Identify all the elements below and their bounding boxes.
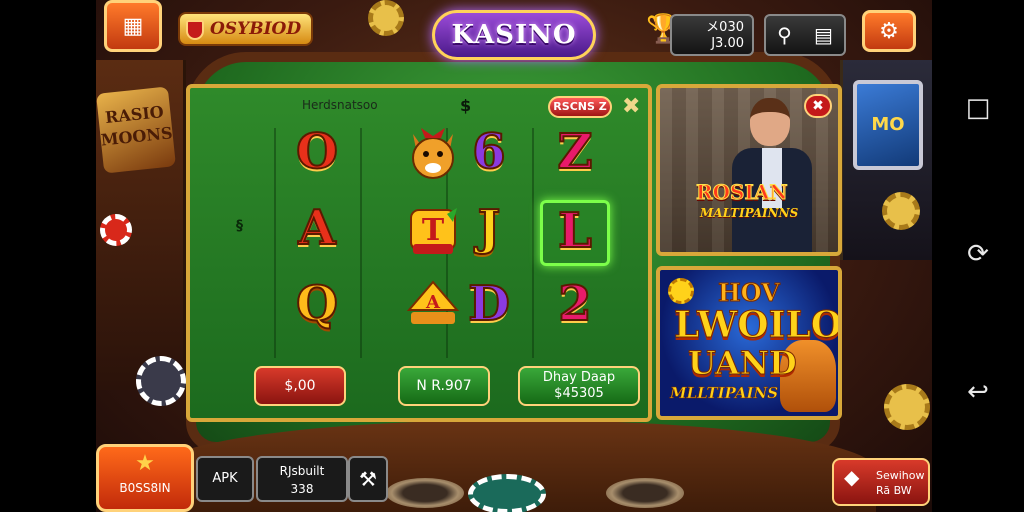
chip-cup	[386, 478, 464, 508]
promo-bottom-line2: LWOILO	[673, 304, 842, 347]
slot-title: Herdsnatsoo	[302, 98, 378, 112]
spin-button[interactable]: N R.907	[398, 366, 490, 406]
slot-badge-button[interactable]: RSCNS Z	[548, 96, 612, 118]
toolbar-group: ⚲ ▤	[764, 14, 846, 56]
reel-symbol: A	[297, 199, 336, 257]
daily-deal-button[interactable]: Dhay Daap $45305	[518, 366, 640, 406]
reel-divider	[532, 128, 534, 358]
promo-bottom-line1: HOV	[718, 278, 781, 308]
reel-symbol: Q	[295, 275, 339, 333]
poker-chip-icon	[136, 356, 186, 406]
promo-card-top[interactable]: ✖ ROSIAN MALTIPAINNS	[656, 84, 842, 256]
wrench-icon: ⚒	[359, 467, 377, 491]
settings-button[interactable]: ⚙	[862, 10, 916, 52]
slot-machine-panel: Herdsnatsoo $ RSCNS Z ✖ § O A Q T A 6 J …	[186, 84, 652, 422]
ticket-symbol-icon: T	[368, 200, 457, 266]
reel-symbol: J	[477, 199, 502, 257]
diamond-icon: ◆	[844, 465, 860, 489]
balance-line2: J3.00	[711, 36, 744, 51]
reel-symbol: 6	[471, 123, 506, 181]
result-panel[interactable]: RJsbuilt 338	[256, 456, 348, 502]
home-nav-icon[interactable]: ⟳	[962, 238, 994, 270]
background-right-machine: MO	[840, 60, 932, 260]
svg-text:T: T	[422, 213, 445, 248]
shield-icon	[186, 20, 204, 40]
daily-deal-line2: $45305	[554, 386, 604, 401]
gift-icon: ▦	[122, 13, 144, 39]
bonus-line2: Rã BW	[876, 484, 912, 497]
gear-icon: ⚙	[879, 18, 899, 44]
apk-button[interactable]: APK	[196, 456, 254, 502]
promo-top-title: ROSIAN	[696, 180, 789, 205]
background-monitor: MO	[853, 80, 923, 170]
dollar-icon: $	[460, 96, 472, 115]
home-button[interactable]: ★ B0SS8IN	[96, 444, 194, 512]
coin-icon	[668, 278, 694, 304]
brand-label: OSYBIOD	[210, 19, 302, 39]
brand-badge: OSYBIOD	[178, 12, 314, 46]
reel-divider	[360, 128, 362, 358]
reel-symbol: D	[467, 275, 511, 333]
result-line1: RJsbuilt	[279, 464, 325, 478]
menu-grid-icon[interactable]: ▤	[814, 23, 833, 47]
recents-icon[interactable]: □	[962, 92, 994, 124]
close-icon[interactable]: ✖	[804, 94, 832, 118]
poker-chip-icon	[468, 474, 546, 512]
back-icon[interactable]: ↩	[962, 376, 994, 408]
bonus-line1: Sewihow	[876, 469, 925, 482]
home-label: B0SS8IN	[119, 481, 171, 495]
promo-bottom-line4: MLLTIPAINS	[670, 384, 779, 403]
balance-display: メ030 J3.00	[670, 14, 754, 56]
reel-symbol: Z	[556, 123, 593, 181]
close-icon[interactable]: ✖	[622, 94, 640, 119]
svg-text:A: A	[425, 292, 441, 313]
presenter-image	[732, 98, 812, 252]
background-sign: RASIO MOONS	[96, 86, 176, 174]
kasino-logo: KASINO	[432, 10, 596, 60]
wrench-button[interactable]: ⚒	[348, 456, 388, 502]
gold-chip-icon	[368, 0, 404, 36]
bet-button[interactable]: $,00	[254, 366, 346, 406]
search-icon[interactable]: ⚲	[777, 23, 792, 47]
reel-divider	[274, 128, 276, 358]
gold-chip-icon	[884, 384, 930, 430]
dog-symbol-icon	[368, 124, 454, 190]
balance-line1: メ030	[706, 20, 744, 35]
reel-symbol: 2	[557, 275, 592, 333]
daily-deal-line1: Dhay Daap	[542, 370, 616, 385]
bonus-button[interactable]: ◆ Sewihow Rã BW	[832, 458, 930, 506]
promo-card-bottom[interactable]: HOV LWOILO UAND MLLTIPAINS	[656, 266, 842, 420]
result-line2: 338	[290, 482, 314, 496]
house-symbol-icon: A	[368, 276, 460, 342]
poker-chip-icon	[100, 214, 132, 246]
reel-symbol: O	[295, 123, 339, 181]
mascot-icon: ★	[135, 451, 155, 476]
chip-cup	[606, 478, 684, 508]
gift-button[interactable]: ▦	[104, 0, 162, 52]
promo-bottom-line3: UAND	[688, 344, 798, 383]
promo-top-subtitle: MALTIPAINNS	[700, 206, 799, 220]
gold-chip-icon	[882, 192, 920, 230]
side-mark: §	[236, 218, 243, 234]
android-nav-bar: □ ⟳ ↩	[932, 0, 1024, 512]
reel-symbol-highlighted: L	[540, 200, 610, 266]
